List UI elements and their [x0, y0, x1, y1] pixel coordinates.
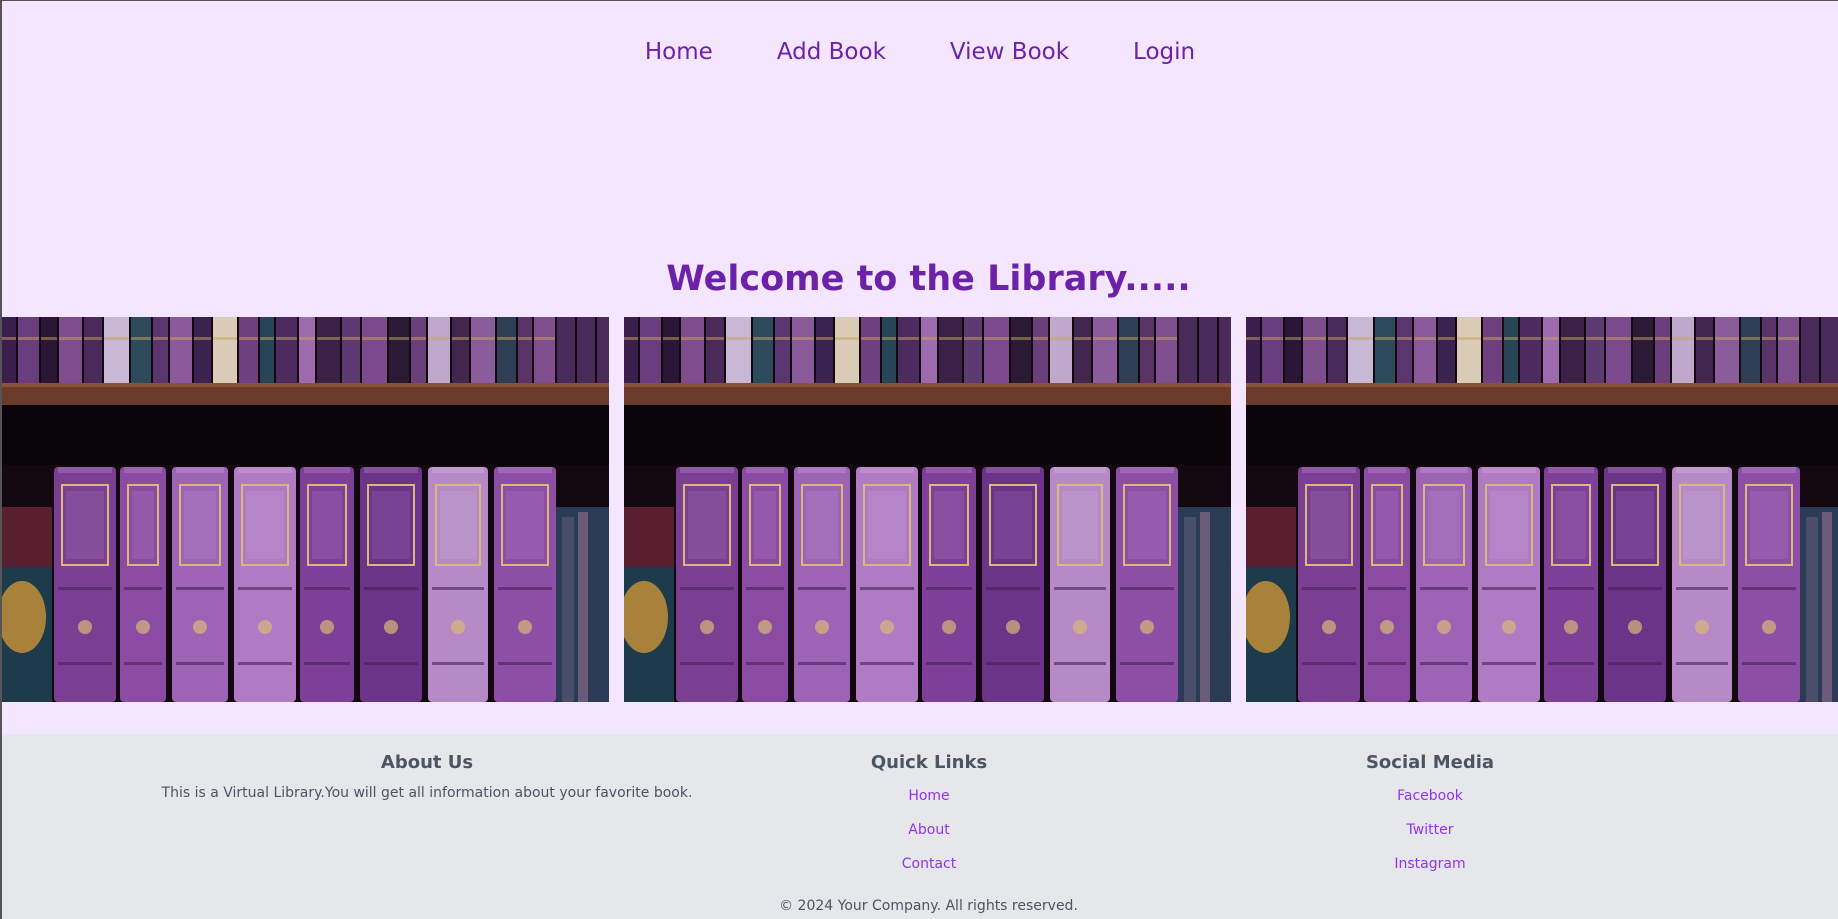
- welcome-heading: Welcome to the Library.....: [666, 259, 1191, 299]
- nav-login-link[interactable]: Login: [1133, 39, 1195, 65]
- footer-link-home[interactable]: Home: [908, 788, 949, 804]
- footer-social-heading: Social Media: [1365, 752, 1495, 773]
- footer-quick-links: Quick Links Home About Contact: [729, 752, 1129, 887]
- footer-social: Social Media Facebook Twitter Instagram: [1230, 752, 1630, 887]
- footer-link-instagram[interactable]: Instagram: [1394, 856, 1465, 872]
- site-footer: About Us This is a Virtual Library.You w…: [2, 734, 1838, 919]
- nav-view-book-link[interactable]: View Book: [950, 39, 1069, 65]
- footer-about-text: This is a Virtual Library.You will get a…: [161, 785, 693, 801]
- footer-about-heading: About Us: [380, 752, 474, 773]
- bookshelf-illustration: [2, 317, 609, 702]
- main-nav: Home Add Book View Book Login: [2, 1, 1838, 105]
- nav-add-book-link[interactable]: Add Book: [777, 39, 886, 65]
- footer-link-about[interactable]: About: [908, 822, 949, 838]
- bookshelf-illustration: [1246, 317, 1838, 702]
- bookshelf-illustration: [624, 317, 1231, 702]
- bookshelf-image-1: [2, 317, 609, 702]
- book-gallery: [2, 317, 1838, 702]
- footer-about: About Us This is a Virtual Library.You w…: [152, 752, 702, 801]
- footer-link-contact[interactable]: Contact: [902, 856, 956, 872]
- bookshelf-image-3: [1246, 317, 1838, 702]
- footer-link-facebook[interactable]: Facebook: [1397, 788, 1463, 804]
- nav-home-link[interactable]: Home: [645, 39, 713, 65]
- footer-copyright: © 2024 Your Company. All rights reserved…: [779, 898, 1078, 914]
- bookshelf-image-2: [624, 317, 1231, 702]
- footer-quick-links-heading: Quick Links: [870, 752, 988, 773]
- footer-link-twitter[interactable]: Twitter: [1407, 822, 1454, 838]
